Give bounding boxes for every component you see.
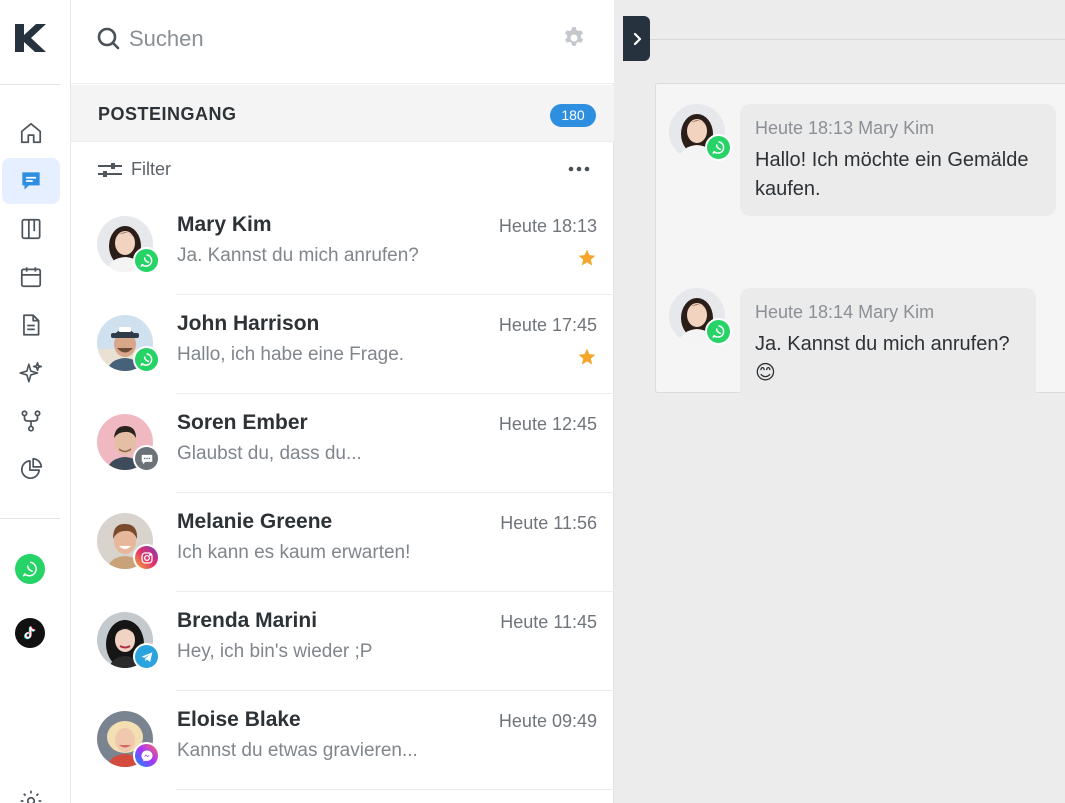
whatsapp-badge [133,346,160,373]
chat-badge [133,445,160,472]
message-meta: Heute 18:14 Mary Kim [755,302,935,322]
search-icon [97,27,120,50]
messenger-badge [133,742,160,769]
gear-icon[interactable] [561,25,587,51]
message-preview: Hallo, ich habe eine Frage. [177,344,405,365]
message-meta: Heute 18:13 Mary Kim [755,118,935,138]
whatsapp-icon [22,561,37,577]
message-text: Ja. Kannst du mich anrufen? 😊 [755,333,1010,384]
message-time: Heute 11:56 [500,513,597,533]
conversation-row[interactable]: Brenda Marini Hey, ich bin's wieder ;P H… [71,592,614,691]
collapse-panel-button[interactable] [623,16,650,61]
conversation-header-divider [650,39,1065,40]
document-icon [23,314,40,336]
rail-item-kanban[interactable] [2,206,60,252]
message-preview: Hey, ich bin's wieder ;P [177,641,373,662]
message-preview: Kannst du etwas gravieren... [177,740,418,761]
sparkles-icon [19,361,43,383]
message-time: Heute 12:45 [498,414,597,434]
telegram-icon [140,651,152,662]
calendar-icon [20,267,42,288]
workflow-icon [21,410,41,432]
inbox-panel: POSTEINGANG 180 Filter Mary Kim Ja. Kann… [71,0,614,803]
rail-channel-whatsapp[interactable] [15,554,45,584]
conversation-row[interactable]: John Harrison Hallo, ich habe eine Frage… [71,295,614,394]
pie-chart-icon [20,457,43,480]
conversation-list: Mary Kim Ja. Kannst du mich anrufen? Heu… [71,196,614,790]
whatsapp-icon [712,325,725,338]
instagram-icon [140,551,153,564]
conversation-row[interactable]: Melanie Greene Ich kann es kaum erwarten… [71,493,614,592]
star-icon[interactable] [577,347,597,367]
search-bar [71,0,614,84]
conversation-view: Heute 18:13 Mary Kim Hallo! Ich möchte e… [655,83,1065,400]
unread-count-badge: 180 [550,104,596,127]
app-logo[interactable] [13,22,47,54]
conversation-row[interactable]: Mary Kim Ja. Kannst du mich anrufen? Heu… [71,196,614,295]
row-divider [176,789,614,790]
message-text: Hallo! Ich möchte ein Gemälde kaufen. [755,149,1029,200]
instagram-badge [133,544,160,571]
rail-item-home[interactable] [2,110,60,156]
rail-channel-tiktok[interactable] [15,618,45,648]
contact-name: Melanie Greene [177,510,333,533]
home-icon [20,122,42,144]
whatsapp-badge [705,134,732,161]
conversation-row[interactable]: Eloise Blake Kannst du etwas gravieren..… [71,691,614,790]
whatsapp-badge [133,247,160,274]
chat-icon [22,172,40,190]
message-time: Heute 11:45 [500,612,597,632]
more-options-icon[interactable] [567,159,591,179]
inbox-title: POSTEINGANG [98,104,237,124]
contact-name: Brenda Marini [177,609,318,632]
contact-name: Eloise Blake [177,708,301,731]
rail-item-workflows[interactable] [2,398,60,444]
search-input[interactable] [129,22,529,56]
sliders-icon [98,162,122,177]
star-icon[interactable] [577,248,597,268]
app-rail [0,0,71,803]
inbox-header: POSTEINGANG 180 [71,85,614,142]
kanban-icon [21,218,41,240]
rail-divider [0,84,60,85]
message-time: Heute 09:49 [498,711,597,731]
contact-name: Mary Kim [177,213,272,236]
rail-item-documents[interactable] [2,302,60,348]
chevron-right-icon [633,32,641,45]
whatsapp-icon [140,254,153,267]
message-preview: Glaubst du, dass du... [177,443,362,464]
chat-bubble-icon [141,454,152,464]
message-bubble: Heute 18:13 Mary Kim Hallo! Ich möchte e… [740,104,1056,216]
filter-bar: Filter [71,142,614,196]
contact-name: John Harrison [177,312,320,335]
rail-item-calendar[interactable] [2,254,60,300]
message-time: Heute 17:45 [498,315,597,335]
message-preview: Ich kann es kaum erwarten! [177,542,411,563]
tiktok-icon [24,626,36,640]
settings-icon[interactable] [18,788,44,803]
filter-label: Filter [131,159,171,179]
contact-name: Soren Ember [177,411,308,434]
telegram-badge [133,643,160,670]
rail-divider [0,518,60,519]
messenger-icon [140,749,153,762]
message-bubble: Heute 18:14 Mary Kim Ja. Kannst du mich … [740,288,1036,400]
rail-item-ai[interactable] [2,350,60,396]
whatsapp-icon [712,141,725,154]
filter-button[interactable]: Filter [97,159,171,180]
whatsapp-icon [140,353,153,366]
rail-item-reports[interactable] [2,446,60,492]
whatsapp-badge [705,318,732,345]
message-time: Heute 18:13 [498,216,597,236]
message-preview: Ja. Kannst du mich anrufen? [177,245,419,266]
conversation-row[interactable]: Soren Ember Glaubst du, dass du... Heute… [71,394,614,493]
rail-item-inbox[interactable] [2,158,60,204]
